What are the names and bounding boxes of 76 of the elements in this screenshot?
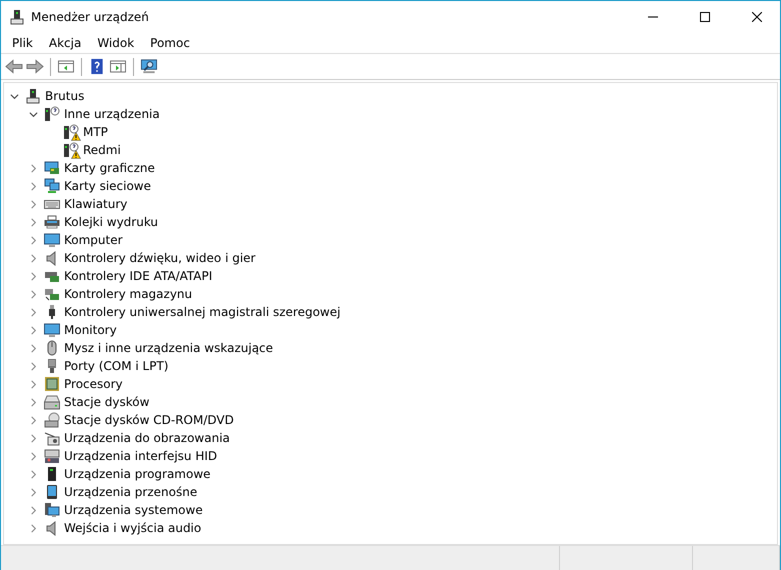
action-pane-icon[interactable] — [109, 58, 127, 75]
expand-chevron-icon[interactable] — [29, 308, 38, 316]
expand-chevron-icon[interactable] — [29, 344, 38, 352]
app-icon — [9, 8, 25, 24]
console-tree-icon[interactable] — [57, 58, 75, 75]
tree-item[interactable]: Kolejki wydruku — [64, 215, 158, 229]
expand-chevron-icon[interactable] — [29, 164, 38, 172]
unknown-device-icon — [63, 124, 79, 140]
scan-monitor-icon[interactable] — [140, 58, 158, 75]
camera-icon — [44, 430, 60, 446]
unknown-device-icon — [44, 106, 60, 122]
chip-icon — [44, 376, 60, 392]
collapse-chevron-icon[interactable] — [29, 110, 38, 118]
tree-item[interactable]: Inne urządzenia — [64, 107, 160, 121]
tree-item[interactable]: Urządzenia do obrazowania — [64, 431, 230, 445]
menu-item[interactable]: Plik — [4, 36, 41, 50]
display-adapter-icon — [44, 160, 60, 176]
expand-chevron-icon[interactable] — [29, 272, 38, 280]
expand-chevron-icon[interactable] — [29, 326, 38, 334]
expand-chevron-icon[interactable] — [29, 236, 38, 244]
expand-chevron-icon[interactable] — [29, 524, 38, 532]
hid-device-icon — [44, 448, 60, 464]
tree-item[interactable]: Kontrolery IDE ATA/ATAPI — [64, 269, 212, 283]
tree-item[interactable]: Kontrolery uniwersalnej magistrali szeregowej — [64, 305, 340, 319]
tree-item[interactable]: Monitory — [64, 323, 117, 337]
storage-controller-icon — [44, 286, 60, 302]
menu-item[interactable]: Pomoc — [142, 36, 198, 50]
monitor-icon — [44, 322, 60, 338]
tree-item[interactable]: Procesory — [64, 377, 123, 391]
forward-arrow-icon[interactable] — [26, 58, 44, 75]
expand-chevron-icon[interactable] — [29, 362, 38, 370]
network-icon — [44, 178, 60, 194]
expand-chevron-icon[interactable] — [29, 434, 38, 442]
expand-chevron-icon[interactable] — [29, 290, 38, 298]
optical-drive-icon — [44, 412, 60, 428]
unknown-device-icon — [63, 142, 79, 158]
expand-chevron-icon[interactable] — [29, 398, 38, 406]
tree-item[interactable]: Urządzenia systemowe — [64, 503, 203, 517]
expand-chevron-icon[interactable] — [29, 218, 38, 226]
printer-icon — [44, 214, 60, 230]
tree-item[interactable]: Stacje dysków — [64, 395, 150, 409]
expand-chevron-icon[interactable] — [29, 380, 38, 388]
expand-chevron-icon[interactable] — [29, 470, 38, 478]
expand-chevron-icon[interactable] — [29, 488, 38, 496]
system-monitor-icon — [44, 502, 60, 518]
expand-chevron-icon[interactable] — [29, 254, 38, 262]
disk-drive-icon — [44, 394, 60, 410]
tree-item[interactable]: Redmi — [83, 143, 121, 157]
window-title: Menedżer urządzeń — [31, 10, 149, 24]
back-arrow-icon[interactable] — [5, 58, 23, 75]
expand-chevron-icon[interactable] — [29, 200, 38, 208]
expand-chevron-icon[interactable] — [29, 416, 38, 424]
menu-item[interactable]: Widok — [89, 36, 142, 50]
tree-item[interactable]: Brutus — [45, 89, 84, 103]
tree-item[interactable]: Komputer — [64, 233, 123, 247]
tree-item[interactable]: Kontrolery magazynu — [64, 287, 192, 301]
tablet-icon — [44, 484, 60, 500]
tree-item[interactable]: Urządzenia przenośne — [64, 485, 198, 499]
tree-item[interactable]: Stacje dysków CD-ROM/DVD — [64, 413, 234, 427]
tree-item[interactable]: Karty sieciowe — [64, 179, 152, 193]
expand-chevron-icon[interactable] — [29, 182, 38, 190]
computer-icon — [44, 232, 60, 248]
tree-item[interactable]: Porty (COM i LPT) — [64, 359, 168, 373]
tree-item[interactable]: Urządzenia interfejsu HID — [64, 449, 218, 463]
tree-item[interactable]: Wejścia i wyjścia audio — [64, 521, 202, 535]
tree-item[interactable]: Kontrolery dźwięku, wideo i gier — [64, 251, 256, 265]
collapse-chevron-icon[interactable] — [10, 92, 19, 100]
tree-item[interactable]: MTP — [83, 125, 108, 139]
expand-chevron-icon[interactable] — [29, 452, 38, 460]
tree-item[interactable]: Mysz i inne urządzenia wskazujące — [64, 341, 274, 355]
expand-chevron-icon[interactable] — [29, 506, 38, 514]
tree-item[interactable]: Karty graficzne — [64, 161, 155, 175]
menu-item[interactable]: Akcja — [40, 36, 90, 50]
tree-item[interactable]: Urządzenia programowe — [64, 467, 211, 481]
computer-device-icon — [25, 88, 41, 104]
tree-item[interactable]: Klawiatury — [64, 197, 128, 211]
